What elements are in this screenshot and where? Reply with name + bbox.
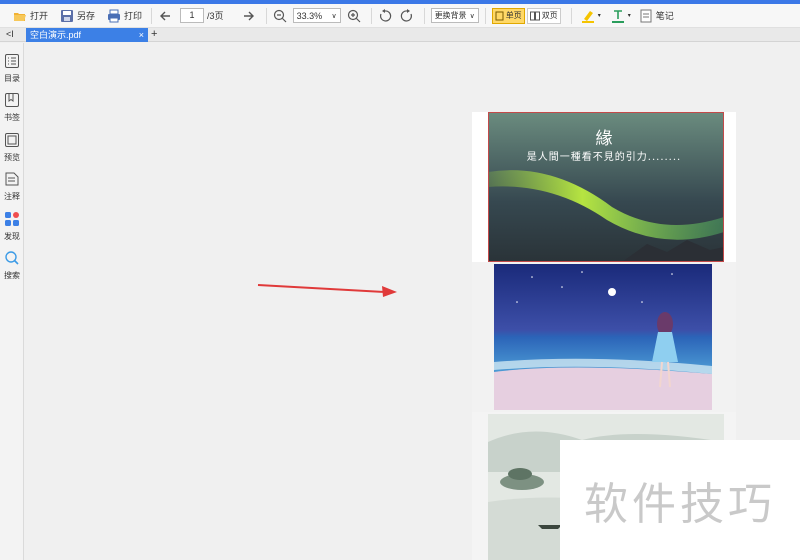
rotate-left-icon[interactable] — [378, 8, 392, 23]
zoom-out-icon[interactable] — [273, 9, 287, 23]
sidebar-item-label: 书签 — [4, 113, 20, 122]
highlighter-icon — [581, 10, 594, 23]
add-tab-button[interactable]: + — [151, 28, 157, 41]
save-icon — [61, 9, 74, 22]
chevron-down-icon: ∨ — [331, 12, 337, 20]
double-page-icon — [529, 11, 540, 20]
toolbar-divider — [265, 7, 267, 24]
sidebar-item-label: 搜索 — [4, 271, 20, 280]
toolbar-divider — [570, 7, 572, 24]
printer-icon — [108, 9, 121, 22]
collapse-sidebar-button[interactable]: <I — [6, 29, 14, 39]
page-subtitle: 是人間一種看不見的引力........ — [526, 152, 682, 163]
sidebar-item-label: 发现 — [4, 232, 20, 241]
folder-open-icon — [14, 12, 26, 21]
watermark: 软件技巧 — [560, 440, 800, 560]
red-arrow-annotation — [257, 284, 397, 297]
close-tab-icon[interactable]: × — [139, 28, 144, 42]
left-sidebar: 目录 书签 预览 注释 发现 搜索 — [0, 43, 24, 560]
open-button[interactable]: 打开 — [10, 6, 51, 26]
next-page-icon[interactable] — [242, 9, 256, 23]
chevron-down-icon: ∨ — [469, 12, 475, 20]
toolbar-divider — [484, 7, 486, 24]
zoom-level-select[interactable]: 33.3% ∨ — [292, 8, 341, 23]
watermark-text: 软件技巧 — [584, 479, 776, 530]
text-color-button[interactable]: ▾ — [608, 6, 634, 26]
print-label: 打印 — [124, 11, 143, 21]
preview-icon — [5, 133, 19, 147]
pdf-page-2[interactable] — [472, 262, 736, 412]
toolbar-divider — [370, 7, 372, 24]
sidebar-item-toc[interactable]: 目录 — [0, 54, 24, 84]
save-as-label: 另存 — [77, 11, 96, 21]
change-background-select[interactable]: 更换背景 ∨ — [430, 8, 479, 23]
sidebar-item-search[interactable]: 搜索 — [0, 251, 24, 281]
single-page-icon — [495, 11, 504, 20]
toc-icon — [5, 54, 19, 68]
note-icon — [640, 9, 652, 22]
toolbar-divider — [423, 7, 425, 24]
bookmark-icon — [5, 93, 19, 107]
document-tab-bar: <I 空白演示.pdf × + — [0, 28, 800, 42]
total-pages-label: /3页 — [207, 11, 224, 21]
chevron-down-icon: ▾ — [627, 13, 631, 19]
single-page-button[interactable]: 单页 — [491, 7, 525, 24]
sidebar-item-label: 注释 — [4, 192, 20, 201]
sidebar-item-preview[interactable]: 预览 — [0, 133, 24, 163]
page-title: 緣 — [595, 129, 613, 149]
discover-icon — [5, 212, 19, 226]
annotation-icon — [5, 172, 19, 186]
single-page-label: 单页 — [505, 11, 522, 20]
save-as-button[interactable]: 另存 — [57, 6, 98, 26]
toolbar-divider — [151, 7, 153, 24]
sidebar-item-bookmarks[interactable]: 书签 — [0, 93, 24, 123]
sidebar-item-label: 预览 — [4, 153, 20, 162]
beach-girl-image — [472, 262, 736, 412]
previous-page-icon[interactable] — [158, 9, 172, 23]
text-color-icon — [611, 9, 624, 23]
pdf-page-1[interactable]: 緣 是人間一種看不見的引力........ — [472, 112, 736, 262]
change-background-label: 更换背景 — [434, 11, 467, 20]
print-button[interactable]: 打印 — [104, 6, 145, 26]
double-page-button[interactable]: 双页 — [526, 7, 561, 24]
document-tab-label: 空白演示.pdf — [30, 30, 82, 40]
tab-document[interactable]: 空白演示.pdf × — [26, 28, 148, 42]
chevron-down-icon: ▾ — [597, 13, 601, 19]
page-number-input[interactable]: 1 — [180, 8, 205, 23]
notes-button[interactable]: 笔记 — [636, 6, 677, 26]
sidebar-item-discover[interactable]: 发现 — [0, 212, 24, 242]
zoom-level-value: 33.3% — [296, 10, 323, 21]
notes-label: 笔记 — [655, 11, 674, 21]
double-page-label: 双页 — [541, 11, 558, 20]
main-toolbar: 打开 另存 打印 1 /3页 33.3% ∨ 更换背景 ∨ 单页 双页 ▾ ▾ — [0, 4, 800, 28]
search-icon — [5, 251, 19, 265]
highlighter-button[interactable]: ▾ — [578, 6, 604, 26]
sidebar-item-label: 目录 — [4, 74, 20, 83]
sidebar-item-annotations[interactable]: 注释 — [0, 172, 24, 202]
rotate-right-icon[interactable] — [400, 8, 414, 23]
open-label: 打开 — [30, 11, 49, 21]
zoom-in-icon[interactable] — [347, 9, 361, 23]
